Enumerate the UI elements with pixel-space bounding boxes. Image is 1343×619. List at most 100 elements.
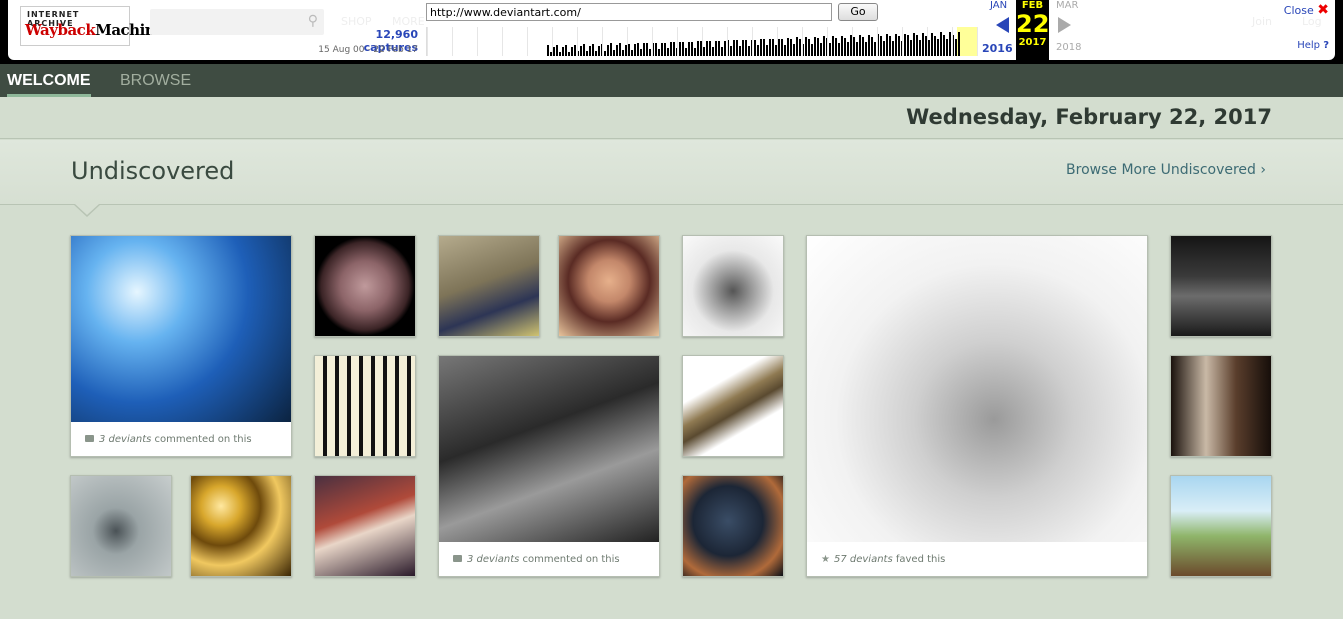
prev-month-link[interactable]: JAN bbox=[990, 0, 1007, 11]
sparkline-bar bbox=[928, 40, 930, 56]
sparkline-grid bbox=[852, 27, 853, 56]
sparkline-bar bbox=[859, 35, 861, 56]
wayback-logo[interactable]: INTERNET ARCHIVE WaybackMachine bbox=[20, 6, 165, 46]
sparkline-bar bbox=[604, 51, 606, 56]
sparkline-bar bbox=[733, 40, 735, 56]
sparkline-bar bbox=[874, 42, 876, 56]
sparkline-bar bbox=[904, 34, 906, 56]
sparkline-bar bbox=[646, 43, 648, 56]
thumbnail-portrait-girl[interactable] bbox=[558, 235, 660, 337]
thumbnail-still-life[interactable] bbox=[438, 235, 540, 337]
close-button[interactable]: Close ✖ bbox=[1284, 2, 1329, 18]
artwork-image bbox=[559, 236, 659, 336]
current-day: 22 bbox=[1016, 10, 1050, 38]
sparkline-bar bbox=[916, 35, 918, 56]
artwork-image bbox=[683, 356, 783, 456]
sparkline-bar bbox=[817, 38, 819, 56]
thumbnail-anime-blue[interactable]: 3 deviants commented on this bbox=[70, 235, 292, 457]
sparkline-bar bbox=[718, 41, 720, 56]
help-button[interactable]: Help ? bbox=[1297, 40, 1329, 51]
sparkline-bar bbox=[649, 49, 651, 56]
sparkline-grid bbox=[752, 27, 753, 56]
sparkline-bar bbox=[838, 43, 840, 56]
sparkline-bar bbox=[688, 42, 690, 56]
sparkline-bar bbox=[865, 42, 867, 56]
sparkline-grid bbox=[952, 27, 953, 56]
ghost-link-more: MORE bbox=[392, 15, 425, 28]
sparkline-bar bbox=[769, 39, 771, 56]
chevron-right-icon: › bbox=[1260, 162, 1266, 178]
sparkline-current-year bbox=[957, 27, 977, 56]
sparkline-bar bbox=[598, 46, 600, 56]
artwork-image bbox=[683, 476, 783, 576]
sparkline-grid bbox=[552, 27, 553, 56]
current-year: 2017 bbox=[1018, 37, 1047, 48]
sparkline-bar bbox=[709, 41, 711, 56]
sparkline-bar bbox=[736, 40, 738, 56]
thumbnail-golden-bubbles[interactable] bbox=[190, 475, 292, 577]
sparkline-bar bbox=[862, 37, 864, 56]
thumbnail-art-deco[interactable] bbox=[314, 355, 416, 457]
thumbnail-bird-branch[interactable] bbox=[70, 475, 172, 577]
close-icon: ✖ bbox=[1317, 2, 1329, 18]
thumbnail-rocks-bw[interactable] bbox=[1170, 235, 1272, 337]
thumbnail-3d-model[interactable] bbox=[682, 355, 784, 457]
artwork-image bbox=[71, 476, 171, 576]
sparkline-bar bbox=[868, 35, 870, 56]
sparkline-bar bbox=[706, 41, 708, 56]
thumbnail-hand-window[interactable] bbox=[1170, 355, 1272, 457]
sparkline-bar bbox=[631, 50, 633, 56]
sparkline-bar bbox=[835, 38, 837, 56]
thumbnail-cartoon-village[interactable] bbox=[1170, 475, 1272, 577]
sparkline-bar bbox=[895, 34, 897, 56]
sparkline-bar bbox=[622, 50, 624, 56]
sparkline-bar bbox=[547, 45, 549, 56]
sparkline-bar bbox=[682, 42, 684, 56]
sparkline-grid bbox=[927, 27, 928, 56]
sparkline-grid bbox=[477, 27, 478, 56]
sparkline-bar bbox=[757, 45, 759, 56]
sparkline-bar bbox=[616, 45, 618, 56]
thumbnail-knight-sketch[interactable] bbox=[682, 235, 784, 337]
tab-welcome[interactable]: WELCOME bbox=[7, 72, 91, 97]
sparkline-bar bbox=[955, 39, 957, 56]
sparkline-bar bbox=[697, 41, 699, 56]
sparkline-grid bbox=[977, 27, 978, 56]
comment-icon bbox=[453, 555, 462, 562]
sparkline-bar bbox=[832, 36, 834, 56]
sparkline-bar bbox=[667, 48, 669, 56]
browse-more-link[interactable]: Browse More Undiscovered › bbox=[1066, 162, 1266, 178]
thumbnail-rose[interactable] bbox=[314, 235, 416, 337]
sparkline-grid bbox=[527, 27, 528, 56]
wayback-search-box[interactable]: ⚲ bbox=[150, 9, 324, 35]
thumbnail-dragon-sketch[interactable]: ★ 57 deviants faved this bbox=[806, 235, 1148, 577]
star-icon: ★ bbox=[821, 554, 830, 565]
sparkline-bar bbox=[685, 48, 687, 56]
tab-browse[interactable]: BROWSE bbox=[120, 72, 191, 90]
go-button[interactable]: Go bbox=[838, 3, 878, 21]
sparkline-bar bbox=[784, 45, 786, 56]
sparkline-bar bbox=[742, 40, 744, 56]
artwork-image bbox=[683, 236, 783, 336]
capture-sparkline[interactable] bbox=[426, 27, 978, 56]
sparkline-bar bbox=[637, 43, 639, 56]
sparkline-bar bbox=[943, 35, 945, 56]
main-nav: WELCOME BROWSE bbox=[0, 64, 1343, 97]
thumbnail-anime-duo[interactable] bbox=[314, 475, 416, 577]
sparkline-bar bbox=[739, 46, 741, 56]
thumbnail-couple-bench[interactable]: 3 deviants commented on this bbox=[438, 355, 660, 577]
wayback-url-input[interactable] bbox=[426, 3, 832, 21]
sparkline-bar bbox=[823, 36, 825, 56]
prev-year-link[interactable]: 2016 bbox=[982, 42, 1013, 55]
thumbnail-batman[interactable] bbox=[682, 475, 784, 577]
sparkline-bar bbox=[958, 32, 960, 56]
sparkline-bar bbox=[619, 43, 621, 56]
sparkline-bar bbox=[772, 39, 774, 56]
sparkline-bar bbox=[574, 45, 576, 56]
prev-capture-arrow-icon[interactable] bbox=[996, 17, 1009, 33]
artwork-image bbox=[191, 476, 291, 576]
sparkline-bar bbox=[745, 40, 747, 56]
sparkline-bar bbox=[919, 40, 921, 56]
sparkline-bar bbox=[562, 47, 564, 56]
sparkline-grid bbox=[777, 27, 778, 56]
